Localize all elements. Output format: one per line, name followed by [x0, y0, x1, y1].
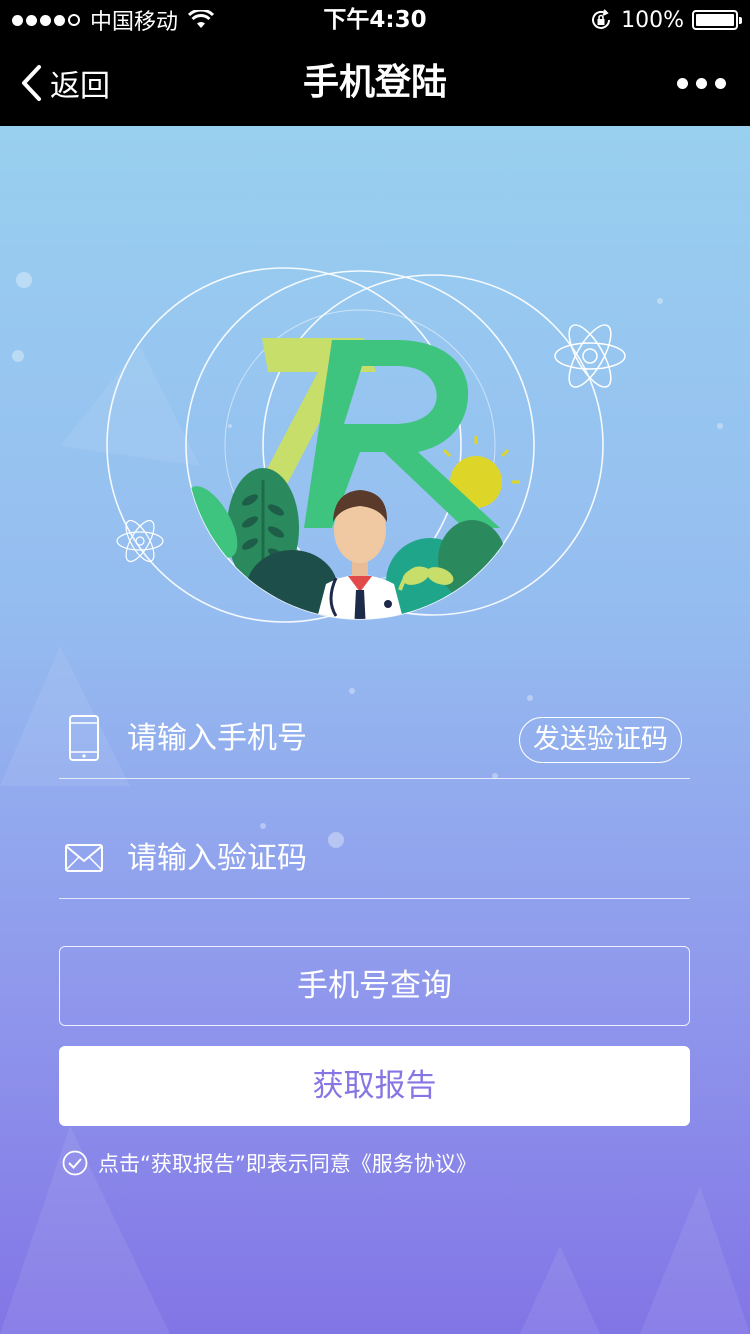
- battery-icon: [692, 10, 742, 30]
- agreement-row: 点击“获取报告”即表示同意《服务协议》: [62, 1146, 477, 1180]
- atom-icon: [554, 324, 626, 388]
- send-code-button[interactable]: 发送验证码: [519, 717, 682, 763]
- phone-field: 发送验证码: [59, 698, 690, 779]
- page-title: 手机登陆: [302, 62, 447, 103]
- envelope-icon: [57, 831, 111, 885]
- back-button[interactable]: 返回: [20, 40, 110, 126]
- code-input[interactable]: [125, 839, 690, 877]
- back-chevron-icon: [22, 65, 41, 101]
- more-dot: [696, 77, 707, 89]
- atom-icon: [116, 519, 164, 563]
- phone-query-button[interactable]: 手机号查询: [59, 946, 690, 1026]
- nav-bar: 返回 手机登陆: [0, 40, 750, 126]
- back-label: 返回: [50, 69, 110, 104]
- zr-logo-illustration: [106, 267, 604, 623]
- get-report-button[interactable]: 获取报告: [59, 1046, 690, 1126]
- lock-rotation-icon: [592, 9, 611, 29]
- code-field: [59, 818, 690, 899]
- agreement-text[interactable]: 点击“获取报告”即表示同意《服务协议》: [98, 1148, 477, 1178]
- more-button[interactable]: [677, 40, 726, 126]
- more-dot: [677, 77, 688, 89]
- phone-icon: [57, 711, 111, 765]
- status-bar: 中国移动 下午4:30 100%: [0, 0, 750, 40]
- more-dot: [715, 77, 726, 89]
- status-right: 100%: [589, 0, 742, 40]
- battery-percent: 100%: [621, 7, 684, 33]
- check-circle-icon[interactable]: [62, 1150, 88, 1176]
